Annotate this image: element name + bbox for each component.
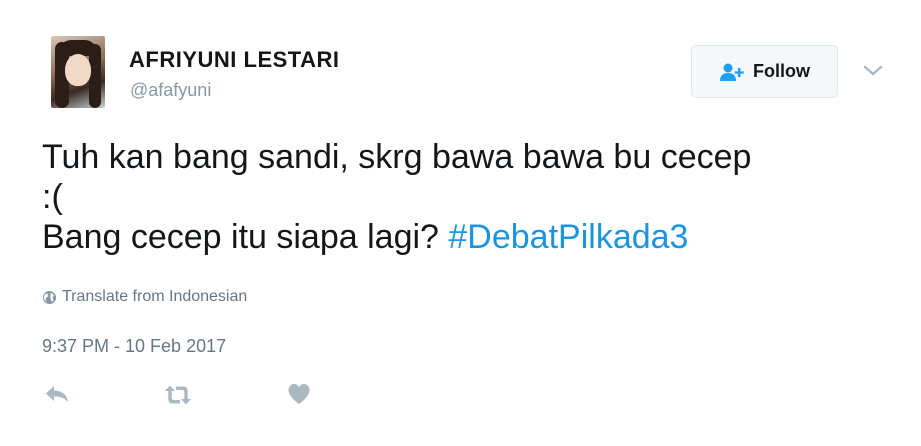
heart-icon[interactable] [287, 383, 311, 405]
avatar[interactable] [51, 36, 105, 108]
avatar-face [65, 54, 91, 86]
tweet-timestamp[interactable]: 9:37 PM - 10 Feb 2017 [42, 336, 226, 357]
avatar-hair-right [89, 44, 101, 108]
translate-link[interactable]: Translate from Indonesian [42, 288, 247, 306]
tweet-text-line-1: Tuh kan bang sandi, skrg bawa bawa bu ce… [42, 138, 752, 176]
tweet-text-line-2: :( [42, 178, 63, 216]
add-user-icon [720, 63, 744, 81]
retweet-icon[interactable] [163, 384, 193, 406]
tweet-text: Tuh kan bang sandi, skrg bawa bawa bu ce… [42, 137, 902, 257]
globe-icon [42, 290, 57, 304]
chevron-down-icon[interactable] [862, 62, 884, 78]
follow-button-label: Follow [753, 61, 810, 81]
display-name[interactable]: AFRIYUNI LESTARI [129, 47, 339, 73]
reply-icon[interactable] [44, 384, 70, 404]
tweet-text-line-3-body: Bang cecep itu siapa lagi? [42, 218, 449, 256]
tweet-card: AFRIYUNI LESTARI @afafyuni Follow Tuh ka… [0, 0, 921, 446]
user-handle[interactable]: @afafyuni [130, 80, 211, 101]
translate-label: Translate from Indonesian [62, 288, 248, 305]
follow-button[interactable]: Follow [691, 45, 838, 98]
hashtag-link[interactable]: #DebatPilkada3 [448, 218, 688, 256]
tweet-text-line-3: Bang cecep itu siapa lagi? #DebatPilkada… [42, 217, 902, 257]
